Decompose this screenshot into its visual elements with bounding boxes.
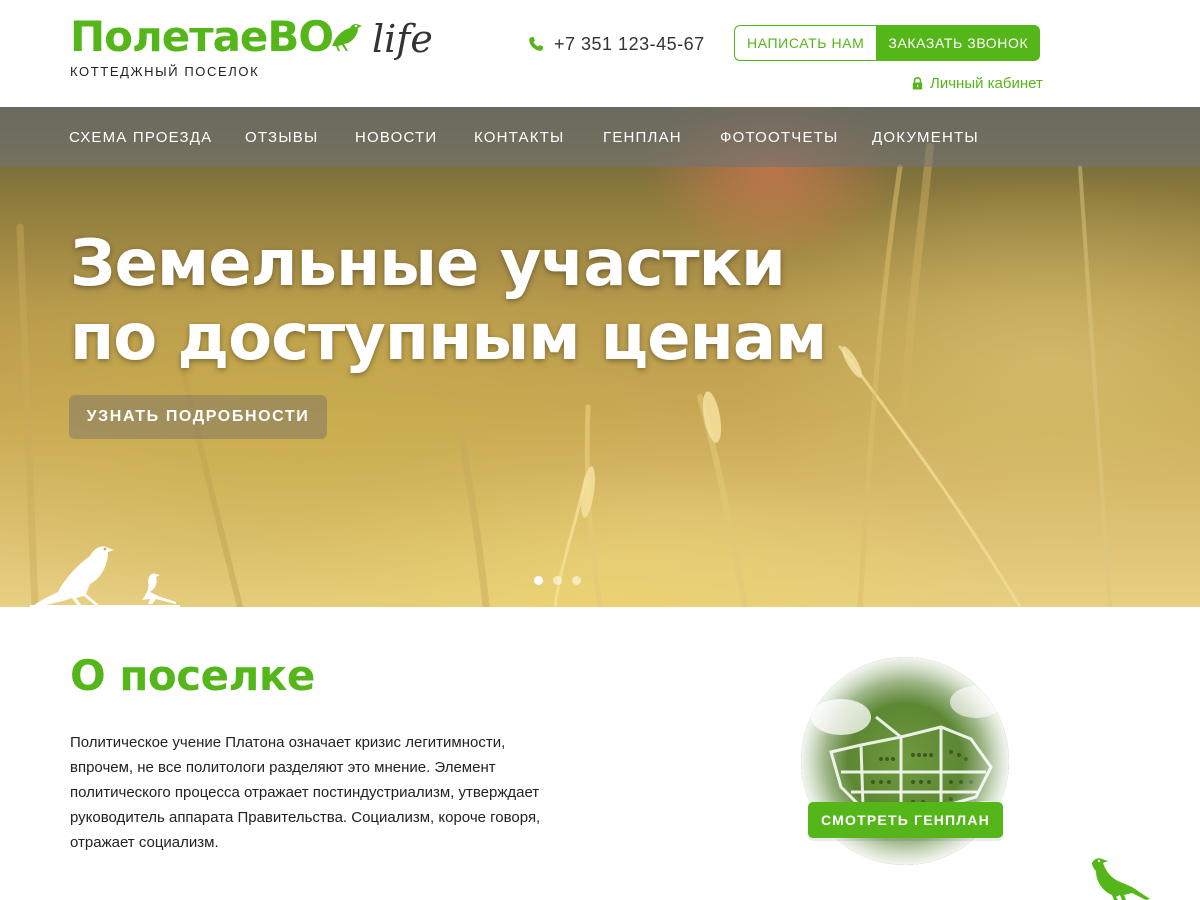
logo-subtitle: КОТТЕДЖНЫЙ ПОСЕЛОК bbox=[70, 64, 260, 79]
phone-number: +7 351 123-45-67 bbox=[554, 33, 705, 54]
bird-icon bbox=[1092, 858, 1150, 900]
nav-item-contacts[interactable]: КОНТАКТЫ bbox=[474, 107, 565, 167]
slider-dot-2[interactable] bbox=[553, 576, 562, 585]
hero-banner: СХЕМА ПРОЕЗДА ОТЗЫВЫ НОВОСТИ КОНТАКТЫ ГЕ… bbox=[0, 107, 1200, 607]
main-nav: СХЕМА ПРОЕЗДА ОТЗЫВЫ НОВОСТИ КОНТАКТЫ ГЕ… bbox=[0, 107, 1200, 167]
learn-more-button[interactable]: УЗНАТЬ ПОДРОБНОСТИ bbox=[69, 395, 327, 439]
about-text: Политическое учение Платона означает кри… bbox=[70, 734, 541, 851]
hero-title-line2: по доступным ценам bbox=[70, 301, 827, 375]
nav-item-reviews[interactable]: ОТЗЫВЫ bbox=[245, 107, 318, 167]
header-buttons: НАПИСАТЬ НАМ ЗАКАЗАТЬ ЗВОНОК bbox=[734, 25, 1041, 61]
lock-icon bbox=[912, 76, 923, 89]
site-header: ПолетаеВО life КОТТЕДЖНЫЙ ПОСЕЛОК +7 351… bbox=[0, 0, 1200, 107]
nav-item-documents[interactable]: ДОКУМЕНТЫ bbox=[872, 107, 979, 167]
nav-item-directions[interactable]: СХЕМА ПРОЕЗДА bbox=[69, 107, 212, 167]
nav-item-news[interactable]: НОВОСТИ bbox=[355, 107, 437, 167]
personal-cabinet-link[interactable]: Личный кабинет bbox=[912, 74, 1043, 92]
slider-dot-1[interactable] bbox=[534, 576, 543, 585]
logo-life-text: life bbox=[372, 17, 433, 61]
hero-title-line1: Земельные участки bbox=[70, 227, 786, 301]
about-title: О поселке bbox=[70, 651, 315, 700]
bird-icon bbox=[332, 24, 362, 51]
write-us-button[interactable]: НАПИСАТЬ НАМ bbox=[734, 25, 877, 61]
birds-silhouette-icon bbox=[30, 546, 180, 607]
view-masterplan-button[interactable]: СМОТРЕТЬ ГЕНПЛАН bbox=[808, 802, 1003, 838]
slider-dot-3[interactable] bbox=[572, 576, 581, 585]
nav-item-photo-reports[interactable]: ФОТООТЧЕТЫ bbox=[720, 107, 839, 167]
hero-title: Земельные участки по доступным ценам bbox=[70, 227, 970, 375]
logo-main-text: ПолетаеВО bbox=[70, 12, 334, 61]
nav-item-masterplan[interactable]: ГЕНПЛАН bbox=[603, 107, 682, 167]
personal-cabinet-label: Личный кабинет bbox=[930, 74, 1043, 92]
slider-dots bbox=[534, 576, 591, 585]
phone-block[interactable]: +7 351 123-45-67 bbox=[528, 32, 705, 56]
phone-icon bbox=[529, 37, 543, 51]
order-call-button[interactable]: ЗАКАЗАТЬ ЗВОНОК bbox=[876, 25, 1041, 61]
